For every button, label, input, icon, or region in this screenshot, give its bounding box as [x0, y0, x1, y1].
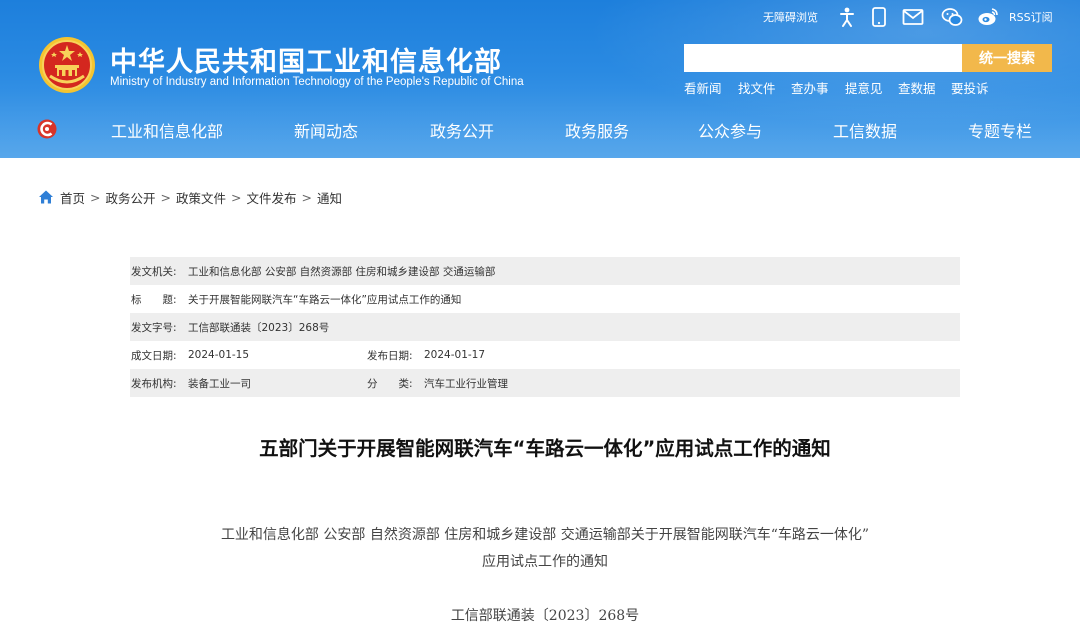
document-subheading-line-2: 应用试点工作的通知	[482, 554, 608, 570]
breadcrumb-file-release[interactable]: 文件发布	[247, 188, 297, 207]
weibo-button[interactable]	[977, 6, 999, 28]
document-meta-table: 发文机关: 工业和信息化部 公安部 自然资源部 住房和城乡建设部 交通运输部 标…	[130, 257, 960, 397]
site-title[interactable]: 中华人民共和国工业和信息化部	[110, 40, 502, 79]
unified-search-button[interactable]: 统一搜索	[962, 44, 1052, 72]
meta-row-title: 标 题: 关于开展智能网联汽车“车路云一体化”应用试点工作的通知	[130, 285, 960, 313]
mobile-button[interactable]	[868, 6, 890, 28]
meta-published-date-label: 发布日期:	[367, 349, 413, 362]
quick-link-files[interactable]: 找文件	[738, 78, 776, 97]
meta-org-label: 发布机构:	[131, 377, 177, 390]
meta-category-value: 汽车工业行业管理	[424, 377, 508, 390]
document-subheading-line-1: 工业和信息化部 公安部 自然资源部 住房和城乡建设部 交通运输部关于开展智能网联…	[220, 527, 870, 543]
breadcrumb-separator: >	[90, 189, 101, 205]
meta-org-value: 装备工业一司	[188, 377, 251, 390]
site-subtitle-english: Ministry of Industry and Information Tec…	[110, 76, 524, 88]
weibo-icon	[977, 6, 999, 28]
wechat-icon	[941, 6, 963, 28]
meta-title-value: 关于开展智能网联汽车“车路云一体化”应用试点工作的通知	[188, 293, 462, 306]
nav-item-government-affairs[interactable]: 政务公开	[430, 118, 494, 142]
rss-link-label: RSS订阅	[1009, 11, 1053, 24]
breadcrumb-government-affairs[interactable]: 政务公开	[106, 188, 156, 207]
meta-docno-label: 发文字号:	[131, 321, 177, 334]
accessibility-link-label: 无障碍浏览	[763, 11, 818, 24]
nav-item-public-participation[interactable]: 公众参与	[698, 118, 762, 142]
breadcrumb-separator: >	[231, 189, 242, 205]
mail-button[interactable]	[902, 6, 924, 28]
mail-icon	[902, 6, 924, 28]
site-header: 中华人民共和国工业和信息化部 Ministry of Industry and …	[0, 0, 1080, 158]
meta-written-date-value: 2024-01-15	[188, 349, 250, 361]
accessibility-link[interactable]: 无障碍浏览	[763, 6, 818, 28]
breadcrumb-home[interactable]: 首页	[60, 188, 85, 207]
national-emblem-icon[interactable]	[38, 36, 96, 94]
nav-item-ministry[interactable]: 工业和信息化部	[111, 118, 223, 142]
ministry-logo-icon[interactable]	[36, 118, 58, 140]
meta-published-date-value: 2024-01-17	[424, 349, 486, 361]
meta-written-date-label: 成文日期:	[131, 349, 177, 362]
rss-link[interactable]: RSS订阅	[1009, 6, 1053, 28]
quick-link-news[interactable]: 看新闻	[684, 78, 722, 97]
breadcrumb-separator: >	[301, 189, 312, 205]
meta-issuer-value: 工业和信息化部 公安部 自然资源部 住房和城乡建设部 交通运输部	[188, 265, 496, 278]
meta-row-org: 发布机构: 装备工业一司 分 类: 汽车工业行业管理	[130, 369, 960, 397]
meta-category-label: 分 类:	[367, 377, 413, 390]
search-input[interactable]	[684, 44, 962, 72]
nav-item-news[interactable]: 新闻动态	[294, 118, 358, 142]
breadcrumb-notice[interactable]: 通知	[317, 188, 342, 207]
accessibility-person-icon	[836, 6, 858, 28]
nav-item-data[interactable]: 工信数据	[833, 118, 897, 142]
mobile-icon	[868, 6, 890, 28]
quick-link-feedback[interactable]: 提意见	[845, 78, 883, 97]
wechat-button[interactable]	[941, 6, 963, 28]
breadcrumb-policy-documents[interactable]: 政策文件	[176, 188, 226, 207]
document-heading: 五部门关于开展智能网联汽车“车路云一体化”应用试点工作的通知	[259, 437, 831, 460]
document-number: 工信部联通装〔2023〕268号	[450, 608, 640, 624]
nav-item-special-topics[interactable]: 专题专栏	[968, 118, 1032, 142]
breadcrumb: 首页 > 政务公开 > 政策文件 > 文件发布 > 通知	[38, 188, 342, 206]
quick-link-data[interactable]: 查数据	[898, 78, 936, 97]
meta-title-label: 标 题:	[131, 293, 177, 306]
quick-link-services[interactable]: 查办事	[791, 78, 829, 97]
home-icon	[39, 190, 53, 204]
accessibility-person-button[interactable]	[836, 6, 858, 28]
meta-row-docno: 发文字号: 工信部联通装〔2023〕268号	[130, 313, 960, 341]
nav-item-government-services[interactable]: 政务服务	[565, 118, 629, 142]
meta-issuer-label: 发文机关:	[131, 265, 177, 278]
quick-link-complaint[interactable]: 要投诉	[951, 78, 989, 97]
meta-row-issuer: 发文机关: 工业和信息化部 公安部 自然资源部 住房和城乡建设部 交通运输部	[130, 257, 960, 285]
meta-docno-value: 工信部联通装〔2023〕268号	[188, 321, 330, 334]
breadcrumb-separator: >	[160, 189, 171, 205]
meta-row-dates: 成文日期: 2024-01-15 发布日期: 2024-01-17	[130, 341, 960, 369]
